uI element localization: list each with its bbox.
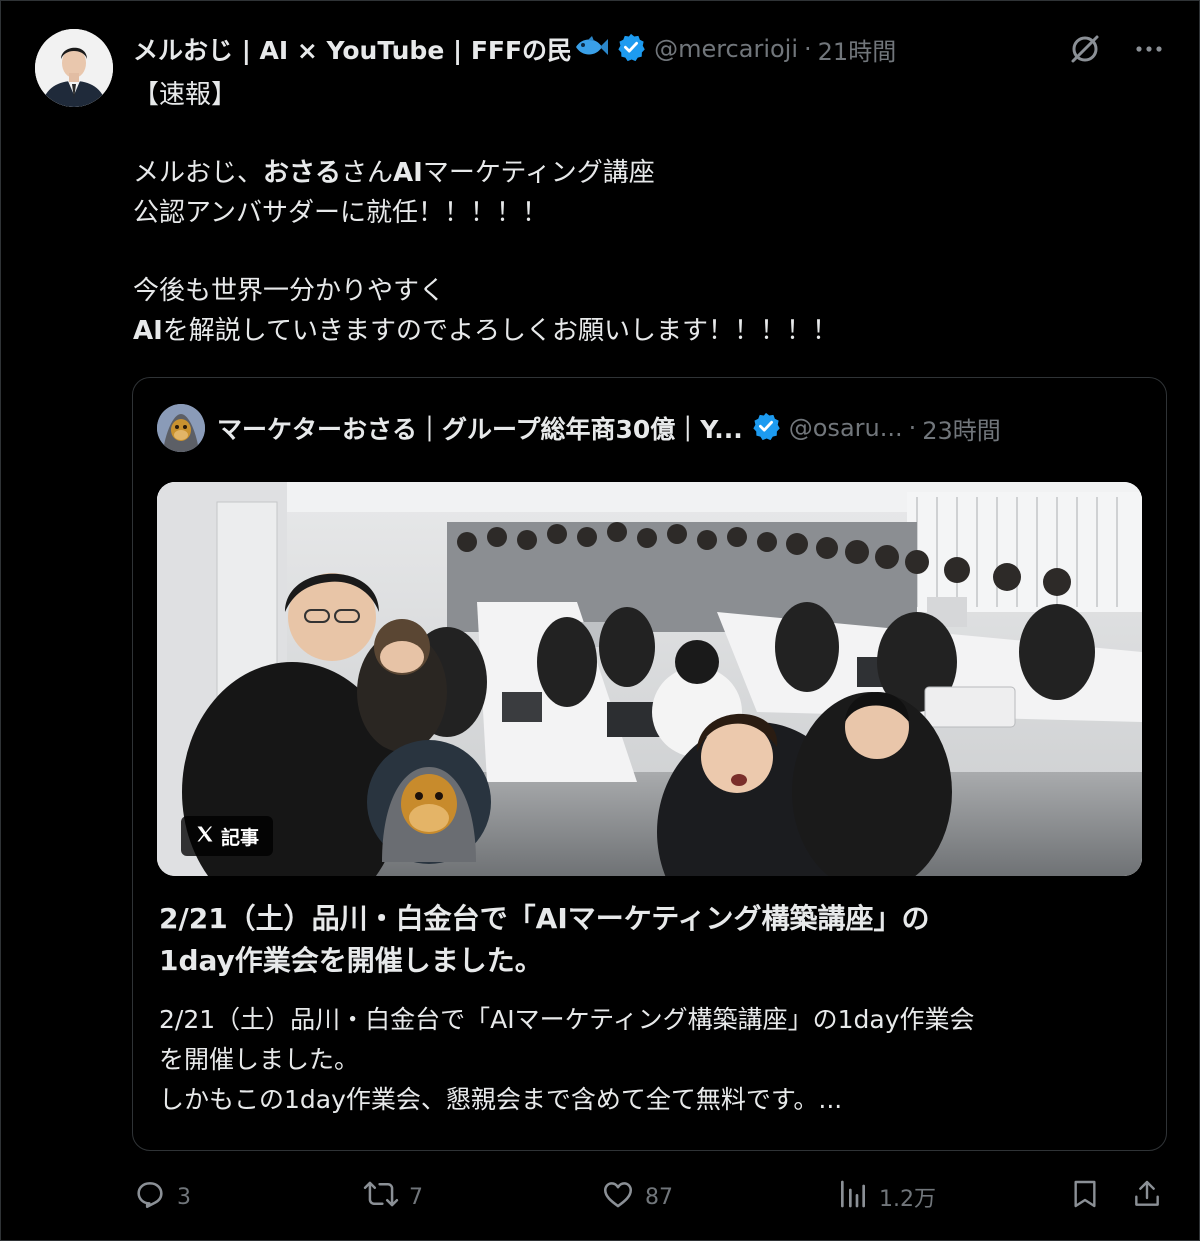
more-icon[interactable]: [1133, 33, 1165, 69]
tweet-time[interactable]: 21時間: [818, 32, 897, 67]
bookmark-button[interactable]: [1069, 1177, 1101, 1217]
views-icon: [837, 1177, 869, 1217]
like-button[interactable]: 87: [601, 1177, 673, 1217]
tweet-container: メルおじ | AI × YouTube | FFFの民 @mercarioji …: [0, 0, 1200, 1241]
tweet-line: メルおじ、おさるさんAIマーケティング講座: [133, 158, 655, 188]
reply-icon: [133, 1177, 167, 1217]
article-excerpt: 2/21（土）品川・白金台で「AIマーケティング構築講座」の1day作業会 を開…: [159, 1000, 1139, 1120]
author-handle[interactable]: @mercarioji: [654, 35, 798, 63]
article-title-line: 1day作業会を開催しました。: [159, 944, 543, 977]
article-title-line: 2/21（土）品川・白金台で「AIマーケティング構築講座」の: [159, 902, 930, 935]
separator-dot: ·: [804, 35, 812, 63]
tweet-line: AIを解説していきますのでよろしくお願いします！！！！！: [133, 316, 839, 346]
share-button[interactable]: [1131, 1177, 1163, 1217]
article-excerpt-line: しかもこの1day作業会、懇親会まで含めて全て無料です。...: [159, 1085, 843, 1114]
reply-button[interactable]: 3: [133, 1177, 191, 1217]
article-badge-label: 記事: [221, 826, 260, 849]
tweet-header: メルおじ | AI × YouTube | FFFの民 @mercarioji …: [133, 31, 896, 67]
reply-count: 3: [177, 1184, 191, 1210]
separator-dot: ·: [908, 414, 917, 442]
author-display-name[interactable]: メルおじ | AI × YouTube | FFFの民: [133, 31, 572, 67]
x-logo-icon: [195, 824, 215, 849]
repost-count: 7: [409, 1184, 423, 1210]
quoted-handle[interactable]: @osaru...: [789, 414, 903, 442]
tweet-line: 【速報】: [133, 80, 238, 110]
fish-emoji-icon: [574, 34, 609, 64]
like-icon: [601, 1177, 635, 1217]
tweet-text: 【速報】 メルおじ、おさるさんAIマーケティング講座 公認アンバサダーに就任！！…: [133, 75, 1153, 351]
verified-badge-icon: [751, 411, 781, 445]
quoted-display-name[interactable]: マーケターおさる｜グループ総年商30億｜Y...: [217, 410, 743, 446]
grok-icon[interactable]: [1067, 31, 1103, 71]
tweet-action-bar: 3 7 87 1.2万: [133, 1177, 1167, 1217]
article-cover-image[interactable]: 記事: [157, 482, 1142, 876]
tweet-line: 公認アンバサダーに就任！！！！！: [133, 198, 548, 228]
repost-icon: [363, 1177, 399, 1217]
repost-button[interactable]: 7: [363, 1177, 423, 1217]
verified-badge-icon: [616, 32, 646, 66]
quoted-tweet-header: マーケターおさる｜グループ総年商30億｜Y... @osaru... · 23時…: [217, 408, 1001, 448]
quoted-author-avatar[interactable]: [157, 404, 205, 452]
article-title[interactable]: 2/21（土）品川・白金台で「AIマーケティング構築講座」の 1day作業会を開…: [159, 898, 1139, 982]
views-count: 1.2万: [879, 1187, 936, 1212]
quoted-time[interactable]: 23時間: [922, 411, 1001, 446]
article-excerpt-line: 2/21（土）品川・白金台で「AIマーケティング構築講座」の1day作業会: [159, 1005, 975, 1034]
tweet-line: 今後も世界一分かりやすく: [133, 276, 446, 306]
author-avatar[interactable]: [35, 29, 113, 107]
article-excerpt-line: を開催しました。: [159, 1045, 360, 1074]
share-icon: [1131, 1177, 1163, 1217]
article-badge: 記事: [181, 816, 274, 856]
bookmark-icon: [1069, 1177, 1101, 1217]
views-button[interactable]: 1.2万: [837, 1177, 936, 1217]
quoted-tweet-card[interactable]: マーケターおさる｜グループ総年商30億｜Y... @osaru... · 23時…: [132, 377, 1167, 1151]
like-count: 87: [645, 1184, 673, 1210]
tweet-top-actions: [1067, 31, 1165, 71]
